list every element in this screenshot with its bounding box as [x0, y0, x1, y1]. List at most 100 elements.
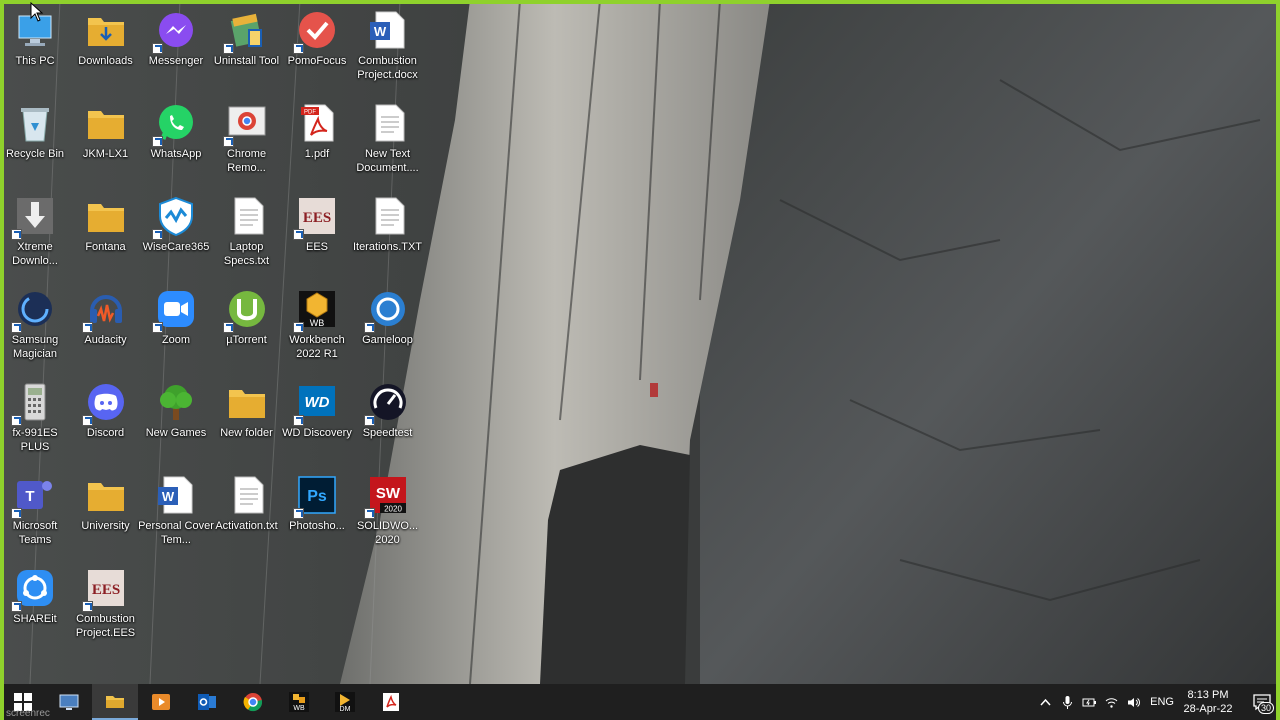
- desktop-icon-ees[interactable]: EES EES: [282, 188, 352, 278]
- desktop-icon-label: Microsoft Teams: [12, 520, 58, 546]
- battery-tray-button[interactable]: [1078, 684, 1100, 720]
- teams-icon: T: [11, 473, 57, 519]
- taskbar-app-media-player[interactable]: [138, 684, 184, 720]
- desktop-icon-personal-cover-tem[interactable]: W Personal Cover Tem...: [138, 467, 214, 557]
- taskbar-app-remote[interactable]: [46, 684, 92, 720]
- whatsapp-icon: [152, 101, 198, 147]
- shortcut-arrow-icon: [11, 508, 22, 519]
- desktop-icon-label: WiseCare365: [142, 241, 210, 253]
- svg-text:EES: EES: [303, 210, 331, 226]
- show-hidden-icons-button[interactable]: [1034, 684, 1056, 720]
- desktop-icon-chrome-remo[interactable]: Chrome Remo...: [212, 95, 282, 185]
- taskbar-app-file-explorer[interactable]: [92, 684, 138, 720]
- microphone-tray-button[interactable]: [1056, 684, 1078, 720]
- desktop-icon-label: Discord: [86, 427, 125, 439]
- svg-text:PDF: PDF: [304, 110, 316, 116]
- desktop-icon-label: Laptop Specs.txt: [223, 241, 270, 267]
- mouse-cursor-icon: [30, 2, 44, 22]
- desktop-icon-label: EES: [305, 241, 328, 253]
- desktop-icon-microsoft-teams[interactable]: T Microsoft Teams: [0, 467, 70, 557]
- desktop-icon-jkm-lx1[interactable]: JKM-LX1: [71, 95, 141, 185]
- download-manager-icon: DM: [335, 692, 355, 713]
- shortcut-arrow-icon: [11, 229, 22, 240]
- desktop-icon-label: New Games: [145, 427, 207, 439]
- taskbar-app-acrobat[interactable]: [368, 684, 414, 720]
- desktop-icon-label: SOLIDWO... 2020: [356, 520, 419, 546]
- shareit-icon: [11, 566, 57, 612]
- svg-text:WB: WB: [310, 318, 325, 328]
- action-center-button[interactable]: 30: [1244, 684, 1280, 720]
- desktop-icon-label: Downloads: [78, 55, 133, 67]
- desktop-icon-label: Photosho...: [289, 520, 345, 532]
- desktop-icon-solidwo-2020[interactable]: SW 2020 SOLIDWO... 2020: [353, 467, 423, 557]
- desktop-icon-university[interactable]: University: [71, 467, 141, 557]
- desktop-icon-combustion-project-ees[interactable]: EES Combustion Project.EES: [71, 560, 141, 650]
- shortcut-arrow-icon: [81, 322, 93, 333]
- file-explorer-icon: [106, 696, 124, 708]
- remote-desktop-icon: [59, 694, 79, 710]
- input-language-indicator[interactable]: ENG: [1150, 696, 1174, 708]
- taskbar-app-outlook[interactable]: [184, 684, 230, 720]
- desktop-icon-1-pdf[interactable]: PDF 1.pdf: [282, 95, 352, 185]
- desktop-icon-label: Gameloop: [362, 334, 413, 346]
- desktop-icon-activation-txt[interactable]: Activation.txt: [212, 467, 282, 557]
- desktop-icon-wd-discovery[interactable]: WD WD Discovery: [282, 374, 352, 464]
- microphone-icon: [1062, 695, 1072, 709]
- wisecare-icon: [152, 194, 198, 240]
- volume-tray-button[interactable]: [1122, 684, 1144, 720]
- desktop-icon-downloads[interactable]: Downloads: [71, 2, 141, 92]
- downloads-folder-icon: [84, 8, 128, 52]
- desktop-icon-label: New folder: [220, 427, 273, 439]
- desktop-icon-uninstall-tool[interactable]: Uninstall Tool: [212, 2, 282, 92]
- desktop-icon-combustion-project-docx[interactable]: W Combustion Project.docx: [353, 2, 423, 92]
- uninstall-tool-icon: [222, 8, 269, 54]
- desktop-icon-zoom[interactable]: Zoom: [141, 281, 211, 371]
- desktop-icon-discord[interactable]: Discord: [71, 374, 141, 464]
- desktop-icon-shareit[interactable]: SHAREit: [0, 560, 70, 650]
- desktop-icon-messenger[interactable]: Messenger: [141, 2, 211, 92]
- desktop-icon-wisecare365[interactable]: WiseCare365: [141, 188, 211, 278]
- shortcut-arrow-icon: [81, 415, 93, 426]
- xtreme-download-icon: [11, 194, 57, 240]
- desktop-icon-samsung-magician[interactable]: Samsung Magician: [0, 281, 70, 371]
- desktop-icon-label: Chrome Remo...: [226, 148, 267, 174]
- desktop-icon-gameloop[interactable]: Gameloop: [353, 281, 423, 371]
- shortcut-arrow-icon: [81, 601, 93, 612]
- desktop-icon-new-text-document[interactable]: New Text Document....: [353, 95, 423, 185]
- folder-icon: [84, 194, 128, 238]
- taskbar-app-chrome[interactable]: [230, 684, 276, 720]
- desktop-icon-label: Combustion Project.docx: [357, 55, 418, 81]
- svg-text:Ps: Ps: [307, 488, 327, 505]
- taskbar-app-workbench[interactable]: WB: [276, 684, 322, 720]
- shortcut-arrow-icon: [152, 322, 163, 333]
- desktop-icon-photosho[interactable]: Ps Photosho...: [282, 467, 352, 557]
- taskbar-clock[interactable]: 8:13 PM 28-Apr-22: [1182, 688, 1234, 716]
- desktop-icon-xtreme-downlo[interactable]: Xtreme Downlo...: [0, 188, 70, 278]
- desktop-icon-laptop-specs-txt[interactable]: Laptop Specs.txt: [212, 188, 282, 278]
- desktop-icon-fx-991es-plus[interactable]: fx-991ES PLUS: [0, 374, 70, 464]
- desktop-icon-label: Iterations.TXT: [352, 241, 423, 253]
- samsung-magician-icon: [11, 287, 57, 333]
- desktop-icon-recycle-bin[interactable]: Recycle Bin: [0, 95, 70, 185]
- desktop-icon-whatsapp[interactable]: WhatsApp: [141, 95, 211, 185]
- desktop-icon-torrent[interactable]: µTorrent: [212, 281, 282, 371]
- desktop-icon-fontana[interactable]: Fontana: [71, 188, 141, 278]
- shortcut-arrow-icon: [222, 43, 234, 54]
- shortcut-arrow-icon: [152, 229, 163, 240]
- desktop-icon-pomofocus[interactable]: PomoFocus: [282, 2, 352, 92]
- tree-icon: [154, 380, 198, 424]
- svg-text:T: T: [25, 488, 34, 505]
- network-tray-button[interactable]: [1100, 684, 1122, 720]
- shortcut-arrow-icon: [293, 43, 304, 54]
- text-file-icon: [225, 473, 269, 517]
- shortcut-arrow-icon: [293, 508, 304, 519]
- desktop-icon-new-games[interactable]: New Games: [141, 374, 211, 464]
- desktop-icon-new-folder[interactable]: New folder: [212, 374, 282, 464]
- desktop-icon-workbench-2022-r1[interactable]: WB Workbench 2022 R1: [282, 281, 352, 371]
- ees-icon: EES: [81, 566, 128, 612]
- desktop-icon-label: Xtreme Downlo...: [12, 241, 58, 267]
- desktop-icon-speedtest[interactable]: Speedtest: [353, 374, 423, 464]
- desktop-icon-audacity[interactable]: Audacity: [71, 281, 141, 371]
- taskbar-app-download-manager[interactable]: DM: [322, 684, 368, 720]
- desktop-icon-iterations-txt[interactable]: Iterations.TXT: [353, 188, 423, 278]
